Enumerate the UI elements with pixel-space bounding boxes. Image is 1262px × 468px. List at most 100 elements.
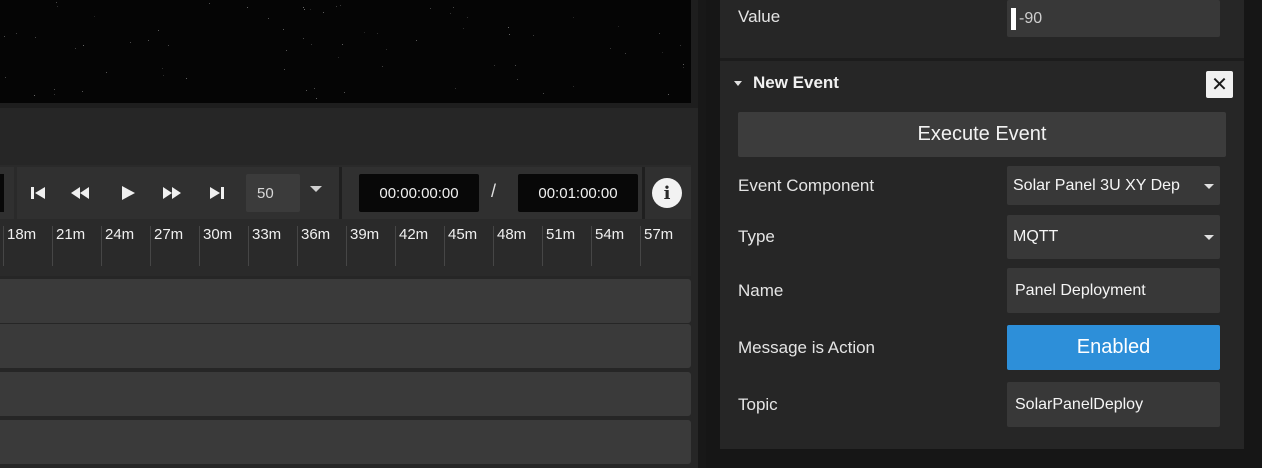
star <box>186 78 187 79</box>
star <box>54 94 55 95</box>
timeline-track[interactable] <box>0 420 691 464</box>
type-label: Type <box>738 227 775 246</box>
star <box>34 95 35 96</box>
ruler-tick-label: 30m <box>199 226 232 266</box>
star <box>625 53 626 54</box>
ruler-tick-label: 42m <box>395 226 428 266</box>
star <box>340 5 341 6</box>
execute-event-button[interactable]: Execute Event <box>738 112 1226 157</box>
star <box>455 88 456 89</box>
star <box>314 88 315 89</box>
topic-input[interactable]: SolarPanelDeploy <box>1007 382 1220 427</box>
timeline-track[interactable] <box>0 372 691 416</box>
star <box>450 13 451 14</box>
message-is-action-toggle[interactable]: Enabled <box>1007 325 1220 370</box>
collapse-caret-icon[interactable] <box>734 81 742 86</box>
3d-viewport[interactable] <box>0 0 691 103</box>
name-label: Name <box>738 281 784 300</box>
star <box>54 89 55 90</box>
star <box>573 17 574 18</box>
star <box>336 6 337 7</box>
end-time-field[interactable]: 00:01:00:00 <box>518 174 638 212</box>
star <box>342 44 343 45</box>
star <box>106 72 107 73</box>
chevron-down-icon[interactable] <box>310 186 322 192</box>
star <box>94 16 95 17</box>
star <box>56 2 57 3</box>
info-icon[interactable]: i <box>652 178 682 208</box>
star <box>430 8 431 9</box>
star <box>82 91 83 92</box>
current-time-field[interactable]: 00:00:00:00 <box>359 174 479 212</box>
star <box>310 9 311 10</box>
ruler-tick-label: 45m <box>444 226 477 266</box>
ruler-tick-label: 27m <box>150 226 183 266</box>
fast-forward-button[interactable] <box>158 180 186 206</box>
value-input-text: -90 <box>1019 9 1043 27</box>
star <box>5 77 6 78</box>
star <box>683 67 684 68</box>
star <box>618 26 619 27</box>
star <box>35 37 36 38</box>
skip-to-start-button[interactable] <box>24 180 52 206</box>
time-separator: / <box>491 181 497 201</box>
star <box>680 45 681 46</box>
chevron-down-icon <box>1204 183 1214 189</box>
star <box>382 66 383 67</box>
star <box>453 7 454 8</box>
star <box>4 36 5 37</box>
message-is-action-label: Message is Action <box>738 338 876 357</box>
star <box>16 33 17 34</box>
ruler-tick-label: 18m <box>3 226 36 266</box>
value-input[interactable]: -90 <box>1007 0 1220 37</box>
chevron-down-icon <box>1204 235 1214 240</box>
type-select[interactable]: MQTT <box>1007 215 1220 259</box>
star <box>286 50 287 51</box>
play-button[interactable] <box>114 180 142 206</box>
event-component-value: Solar Panel 3U XY Dep <box>1013 176 1180 194</box>
close-icon[interactable]: ✕ <box>1206 71 1233 98</box>
panel-divider[interactable] <box>698 0 706 468</box>
star <box>573 86 574 87</box>
star <box>543 93 544 94</box>
star <box>377 33 378 34</box>
fast-forward-icon <box>163 187 181 199</box>
section-title[interactable]: New Event <box>753 73 839 93</box>
star <box>57 6 58 7</box>
text-cursor <box>1011 7 1016 30</box>
star <box>304 9 305 10</box>
name-input[interactable]: Panel Deployment <box>1007 268 1220 313</box>
rewind-button[interactable] <box>66 180 94 206</box>
star <box>659 33 660 34</box>
star <box>268 18 269 19</box>
timeline-track[interactable] <box>0 324 691 368</box>
star <box>508 27 509 28</box>
star <box>364 32 365 33</box>
event-component-select[interactable]: Solar Panel 3U XY Dep <box>1007 166 1220 205</box>
playback-speed-field[interactable]: 50 <box>246 174 300 212</box>
star <box>209 3 210 4</box>
star <box>303 38 304 39</box>
star <box>683 64 684 65</box>
star <box>284 69 285 70</box>
star <box>533 35 534 36</box>
star <box>162 68 163 69</box>
star <box>306 90 307 91</box>
star <box>517 79 518 80</box>
star <box>509 34 510 35</box>
timeline-track[interactable] <box>0 279 691 323</box>
star <box>467 17 468 18</box>
section-divider <box>720 58 1244 61</box>
star <box>168 45 169 46</box>
ruler-tick-label: 54m <box>591 226 624 266</box>
ruler-tick-label: 57m <box>640 226 673 266</box>
star <box>75 48 76 49</box>
star <box>668 94 669 95</box>
star <box>148 40 149 41</box>
star <box>323 12 324 13</box>
rewind-icon <box>71 187 89 199</box>
ruler-tick-label: 21m <box>52 226 85 266</box>
star <box>303 7 304 8</box>
skip-to-end-button[interactable] <box>203 180 231 206</box>
skip-to-start-icon <box>31 187 45 199</box>
